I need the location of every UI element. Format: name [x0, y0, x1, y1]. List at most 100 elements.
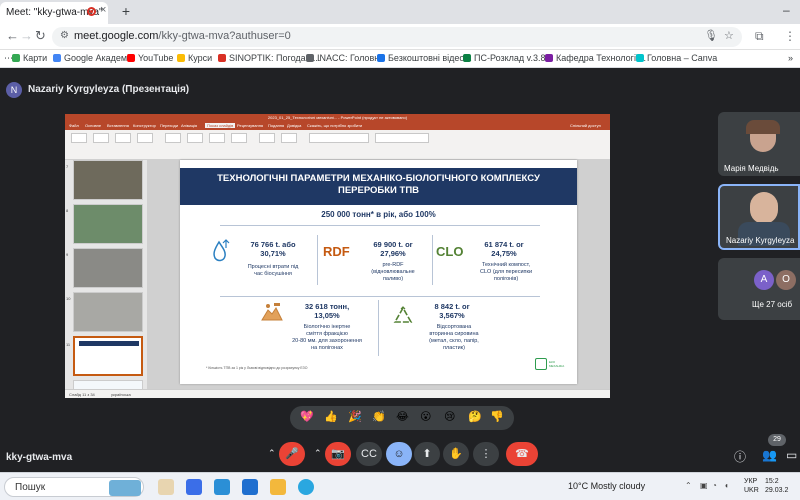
value-water: 76 766 t. або 30,71% — [238, 240, 308, 258]
ribbon-button[interactable] — [259, 133, 275, 143]
file-explorer-icon[interactable] — [270, 479, 286, 495]
reaction-laugh-button[interactable]: 😂 — [396, 410, 409, 423]
tray-app-icon[interactable]: ▣ — [700, 481, 708, 490]
chat-icon[interactable]: ▭ — [786, 448, 797, 462]
tray-chevron-icon[interactable]: ⌃ — [685, 481, 692, 490]
desc-line: сміття фракцією — [306, 331, 348, 337]
desc-landfill: Біологічно інертне сміття фракцією 20-80… — [280, 324, 374, 352]
reaction-thumbs-down-button[interactable]: 👎 — [490, 410, 504, 423]
slide-thumbnail[interactable] — [73, 292, 143, 332]
ribbon-button[interactable] — [115, 133, 131, 143]
microphone-icon[interactable]: 🎙 — [704, 29, 718, 42]
others-tile[interactable]: A O Ще 27 осіб — [718, 258, 800, 320]
reaction-heart-button[interactable]: 💖 — [300, 410, 314, 423]
menu-item[interactable]: Рецензування — [237, 123, 263, 128]
volume-icon[interactable]: ◖ — [724, 481, 729, 490]
bookmark-favicon — [545, 54, 553, 62]
ribbon-button[interactable] — [209, 133, 225, 143]
mail-icon[interactable] — [242, 479, 258, 495]
menu-item[interactable]: Файл — [69, 123, 79, 128]
task-view-icon[interactable] — [158, 479, 174, 495]
edge-icon[interactable] — [214, 479, 230, 495]
desc-clo: Технічний компост, CLO (для пересипки по… — [468, 262, 544, 283]
site-info-icon[interactable]: ⚙ — [60, 30, 69, 41]
captions-button[interactable]: CC — [356, 442, 382, 466]
slide-thumbnail-selected[interactable] — [73, 336, 143, 376]
bookmark-item[interactable]: Карти — [12, 53, 47, 63]
menu-item[interactable]: Основне — [85, 123, 101, 128]
emoji-reactions-button[interactable]: ☺ — [386, 442, 412, 466]
forward-icon[interactable]: → — [20, 28, 33, 43]
reaction-sad-button[interactable]: 😢 — [444, 410, 455, 423]
telegram-icon[interactable] — [298, 479, 314, 495]
address-bar[interactable]: ⚙ meet.google.com/kky-gtwa-mva?authuser=… — [52, 27, 742, 47]
bookmark-star-icon[interactable]: ☆ — [724, 29, 734, 42]
ribbon-checkbox-group[interactable] — [309, 133, 369, 143]
weather-widget[interactable]: 10°C Mostly cloudy — [568, 481, 645, 491]
raise-hand-button[interactable]: ✋ — [443, 442, 469, 466]
audio-options-chevron-icon[interactable]: ⌃ — [268, 448, 276, 459]
participant-tile-active[interactable]: Nazariy Kyrgyleyza — [718, 184, 800, 250]
camera-off-button[interactable]: 📷 — [325, 442, 351, 466]
slide-thumbnail[interactable] — [73, 204, 143, 244]
network-icon[interactable]: ◔ — [712, 481, 717, 490]
participant-tile[interactable]: Марія Медвідь — [718, 112, 800, 176]
reaction-surprised-button[interactable]: 😮 — [420, 410, 431, 423]
menu-item[interactable]: Довідка — [287, 123, 301, 128]
reaction-thinking-button[interactable]: 🤔 — [468, 410, 482, 423]
bookmark-item[interactable]: ПС-Розклад v.3.8.2 — [463, 53, 553, 63]
share-button[interactable]: Спільний доступ — [570, 123, 601, 128]
ribbon-button[interactable] — [137, 133, 153, 143]
bookmark-item[interactable]: Безкоштовні відео... — [377, 53, 472, 63]
language-indicator[interactable]: УКР UKR — [744, 477, 759, 495]
divider — [317, 235, 318, 285]
ribbon-button[interactable] — [231, 133, 247, 143]
reload-icon[interactable]: ↻ — [35, 28, 46, 44]
video-options-chevron-icon[interactable]: ⌃ — [314, 448, 322, 459]
ribbon-button[interactable] — [187, 133, 203, 143]
copilot-icon[interactable] — [186, 479, 202, 495]
back-icon[interactable]: ← — [6, 28, 19, 43]
participant-video-hair — [746, 120, 780, 134]
ribbon-button[interactable] — [93, 133, 109, 143]
bookmark-item[interactable]: Курси — [177, 53, 212, 63]
menu-item[interactable]: Переходи — [160, 123, 178, 128]
menu-icon[interactable]: ⋮ — [784, 29, 796, 43]
close-tab-icon[interactable]: × — [100, 4, 106, 16]
bookmark-item[interactable]: Кафедра Технології... — [545, 53, 646, 63]
minimize-window-button[interactable]: – — [783, 3, 790, 17]
bookmark-item[interactable]: Головна – Canva — [636, 53, 717, 63]
clock[interactable]: 15:2 29.03.2 — [765, 477, 788, 495]
ribbon-button[interactable] — [71, 133, 87, 143]
slide-thumbnail[interactable] — [73, 248, 143, 288]
bookmark-item[interactable]: INACC: Головна — [306, 53, 384, 63]
reaction-party-button[interactable]: 🎉 — [348, 410, 362, 423]
ribbon-monitor-group[interactable] — [375, 133, 429, 143]
microphone-off-button[interactable]: 🎤 — [279, 442, 305, 466]
reaction-thumbs-up-button[interactable]: 👍 — [324, 410, 338, 423]
ribbon-button[interactable] — [281, 133, 297, 143]
new-tab-button[interactable]: + — [118, 3, 134, 19]
recording-icon — [87, 7, 96, 16]
reaction-clap-button[interactable]: 👏 — [372, 410, 386, 423]
people-icon[interactable]: 👥 — [762, 448, 777, 462]
slide-title: ТЕХНОЛОГІЧНІ ПАРАМЕТРИ МЕХАНІКО-БІОЛОГІЧ… — [180, 173, 577, 197]
menu-item-active[interactable]: Показ слайдів — [205, 123, 236, 128]
present-screen-button[interactable]: ⬆ — [414, 442, 440, 466]
more-options-button[interactable]: ⋮ — [473, 442, 499, 466]
tell-me-field[interactable]: Скажіть, що потрібно зробити — [307, 123, 362, 128]
menu-item[interactable]: Подання — [268, 123, 284, 128]
menu-item[interactable]: Анімація — [181, 123, 197, 128]
taskbar-search[interactable]: Пошук — [4, 477, 144, 497]
slide-thumbnail[interactable] — [73, 160, 143, 200]
bookmarks-more-button[interactable]: » — [788, 53, 793, 63]
extensions-icon[interactable]: ⧉ — [755, 29, 764, 44]
bookmark-item[interactable]: Google Академія — [53, 53, 134, 63]
menu-item[interactable]: Конструктор — [133, 123, 156, 128]
ribbon-button[interactable] — [165, 133, 181, 143]
menu-item[interactable]: Вставлення — [107, 123, 129, 128]
leave-call-button[interactable]: ☎ — [506, 442, 538, 466]
meeting-details-icon[interactable]: ⓘ — [734, 448, 746, 465]
desc-rdf: pre-RDF (відновлювальне паливо) — [358, 262, 428, 283]
bookmark-item[interactable]: YouTube — [127, 53, 173, 63]
